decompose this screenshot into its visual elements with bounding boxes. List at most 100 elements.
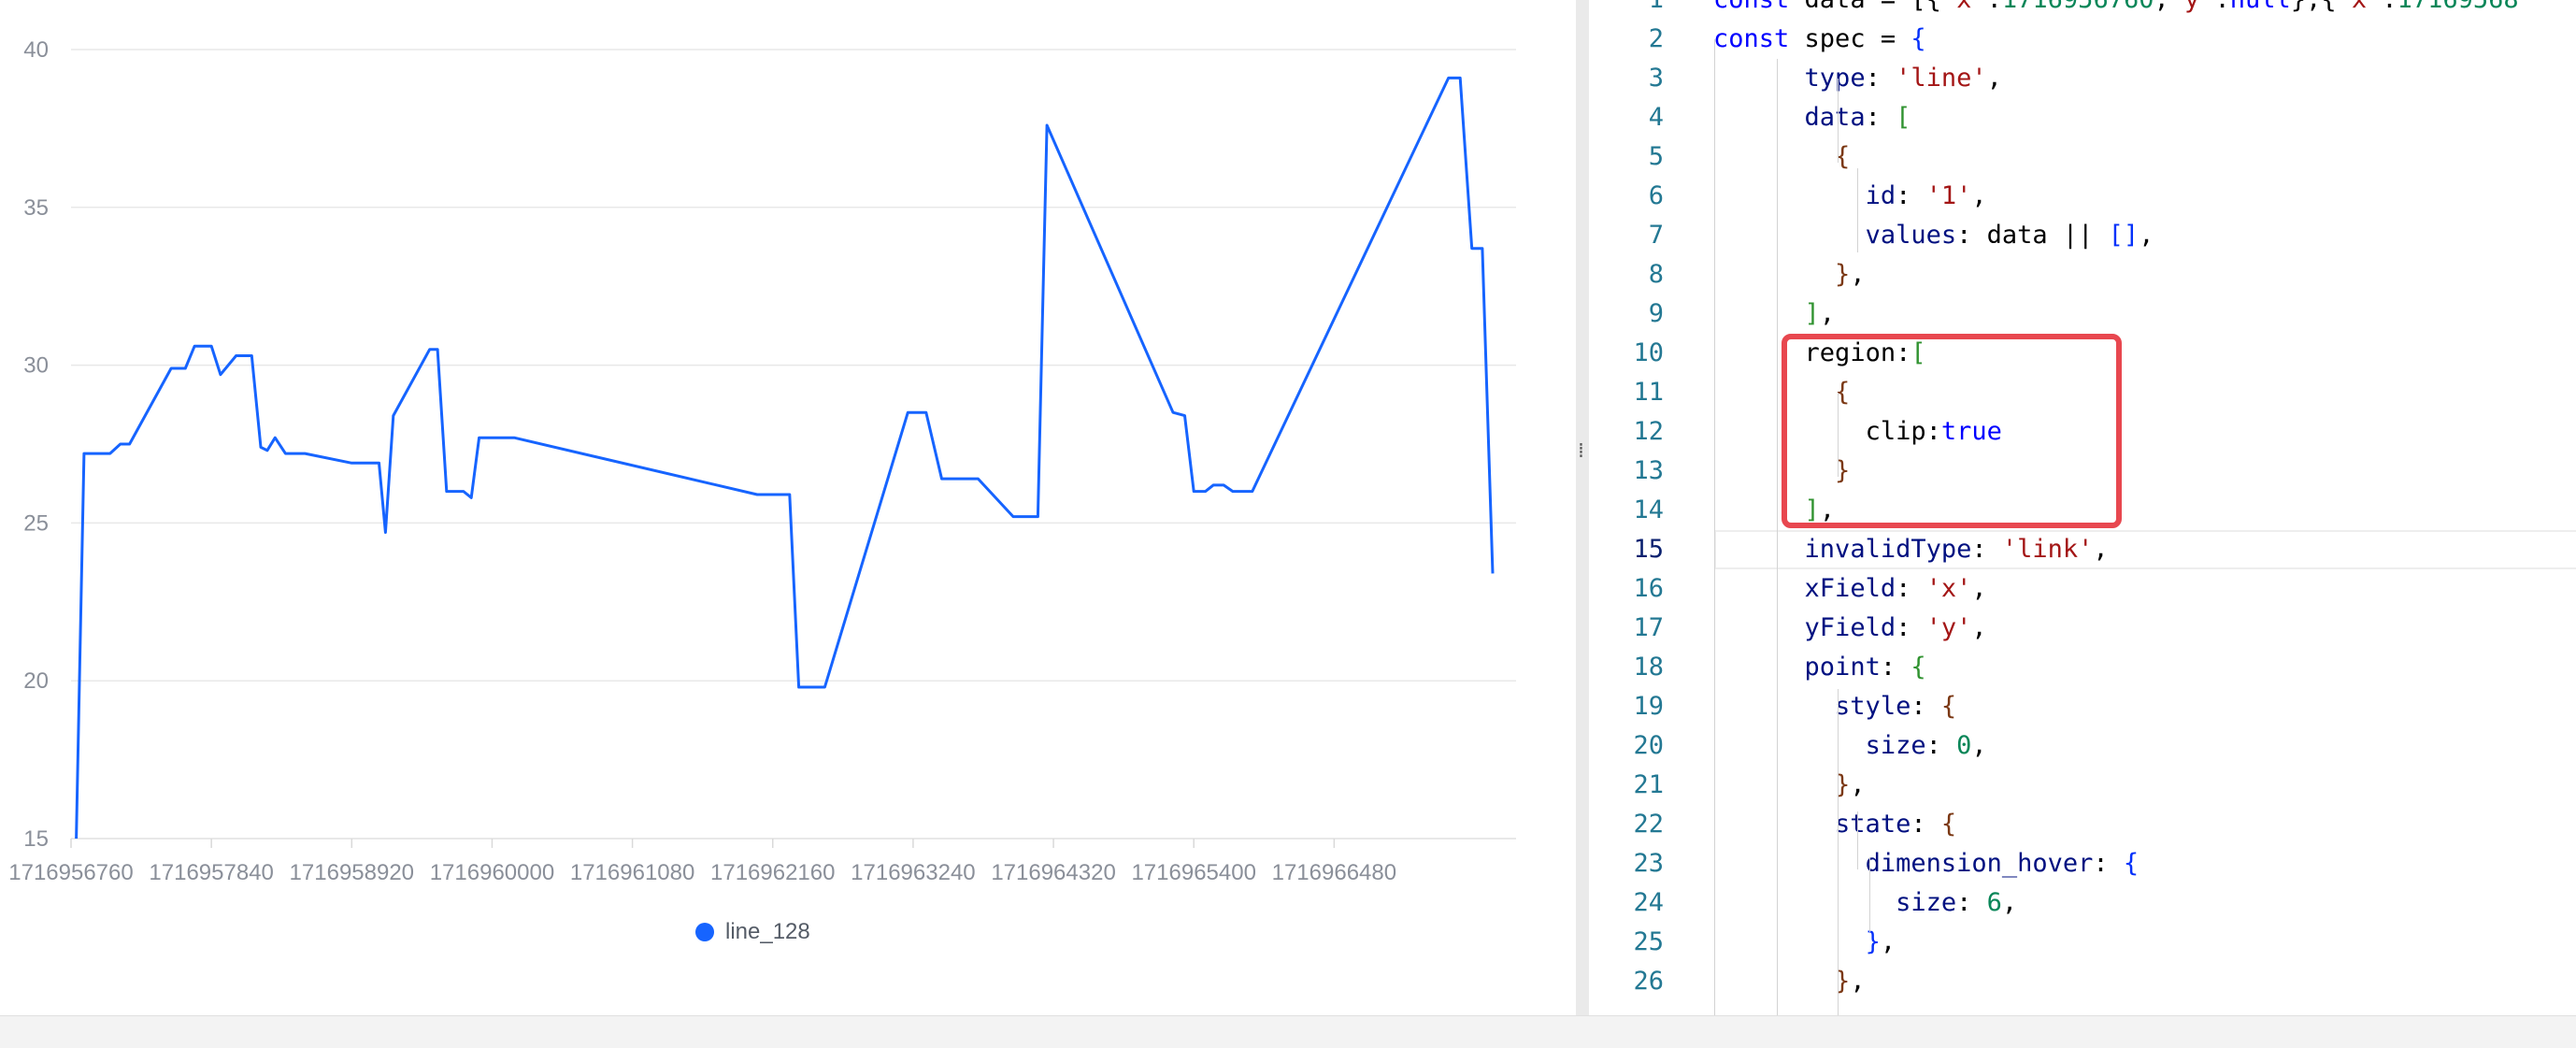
y-tick-label: 30 (23, 353, 49, 379)
line-number: 20 (1633, 731, 1664, 760)
code-line[interactable]: 25 }, (1589, 923, 2576, 962)
code-text: }, (1835, 260, 1866, 289)
annotation-highlight-box (1782, 334, 2122, 528)
indent-guide (1869, 857, 1870, 932)
line-number: 4 (1648, 103, 1664, 132)
line-number: 8 (1648, 260, 1664, 289)
x-tick-label: 1716960000 (430, 860, 554, 885)
code-line[interactable]: 7 values: data || [], (1589, 216, 2576, 255)
code-line[interactable]: 17 yField: 'y', (1589, 609, 2576, 648)
line-number: 21 (1633, 770, 1664, 799)
code-text: }, (1835, 967, 1866, 996)
indent-guide (1857, 811, 1858, 869)
line-number: 14 (1633, 495, 1664, 524)
line-number: 18 (1633, 653, 1664, 682)
line-number: 24 (1633, 888, 1664, 917)
x-tick-label: 1716963240 (851, 860, 975, 885)
code-text: xField: 'x', (1804, 574, 1987, 603)
code-text: const spec = { (1713, 24, 1926, 53)
line-number: 9 (1648, 299, 1664, 328)
line-number: 3 (1648, 64, 1664, 93)
code-line[interactable]: 3 type: 'line', (1589, 59, 2576, 98)
code-text: }, (1865, 927, 1896, 956)
y-tick-label: 35 (23, 195, 49, 221)
code-text: size: 6, (1896, 888, 2018, 917)
code-line[interactable]: 22 state: { (1589, 805, 2576, 844)
code-text: size: 0, (1865, 731, 1987, 760)
series-line (75, 76, 1495, 840)
code-line[interactable]: 1 const data = [{'x':1716956760,'y':null}… (1589, 0, 2576, 20)
drag-handle-icon: ⁞ (1578, 439, 1584, 463)
x-tick-label: 1716966480 (1272, 860, 1396, 885)
y-tick-label: 20 (23, 668, 49, 694)
panel-splitter[interactable]: ⁞ (1576, 0, 1589, 1015)
chart-panel: 40 35 30 25 20 15 1716956760 1716957840 17169589… (0, 0, 1576, 1015)
code-text: style: { (1835, 692, 1957, 721)
code-text: ], (1804, 299, 1836, 328)
x-tick-label: 1716958920 (290, 860, 414, 885)
line-number: 10 (1633, 338, 1664, 367)
y-tick-label: 25 (23, 510, 49, 536)
line-number: 12 (1633, 417, 1664, 446)
line-number: 22 (1633, 810, 1664, 839)
code-line[interactable]: 2 const spec = { (1589, 20, 2576, 59)
indent-guide (1838, 689, 1839, 1015)
code-line[interactable]: 18 point: { (1589, 648, 2576, 687)
code-text: values: data || [], (1865, 221, 2154, 250)
code-text: invalidType: 'link', (1804, 535, 2109, 564)
code-line[interactable]: 19 style: { (1589, 687, 2576, 726)
bottom-status-bar (0, 1015, 2576, 1048)
line-number: 17 (1633, 613, 1664, 642)
code-line[interactable]: 5 { (1589, 137, 2576, 177)
line-number: 26 (1633, 967, 1664, 996)
code-text: state: { (1835, 810, 1957, 839)
line-number: 23 (1633, 849, 1664, 878)
line-number: 13 (1633, 456, 1664, 485)
indent-guide (1777, 59, 1778, 1015)
x-tick-label: 1716964320 (991, 860, 1115, 885)
code-line[interactable]: 23 dimension_hover: { (1589, 844, 2576, 883)
legend-label: line_128 (725, 919, 810, 944)
code-line[interactable]: 20 size: 0, (1589, 726, 2576, 766)
line-number: 16 (1633, 574, 1664, 603)
code-line[interactable]: 9 ], (1589, 294, 2576, 334)
indent-guide (1838, 79, 1839, 163)
code-line[interactable]: 24 size: 6, (1589, 883, 2576, 923)
line-number: 2 (1648, 24, 1664, 53)
code-line[interactable]: 26 }, (1589, 962, 2576, 1001)
code-line[interactable]: 6 id: '1', (1589, 177, 2576, 216)
line-number: 1 (1589, 0, 1664, 20)
code-text: type: 'line', (1804, 64, 2002, 93)
line-number: 15 (1633, 535, 1664, 564)
x-tick-label: 1716956760 (8, 860, 133, 885)
code-line[interactable]: 21 }, (1589, 766, 2576, 805)
code-line[interactable]: 4 data: [ (1589, 98, 2576, 137)
legend[interactable]: line_128 (695, 916, 810, 948)
y-tick-label: 15 (23, 826, 49, 852)
line-number: 25 (1633, 927, 1664, 956)
y-tick-label: 40 (23, 37, 49, 63)
x-tick-label: 1716961080 (570, 860, 694, 885)
line-number: 6 (1648, 181, 1664, 210)
code-line[interactable]: 8 }, (1589, 255, 2576, 294)
code-line[interactable]: 16 xField: 'x', (1589, 569, 2576, 609)
indent-guide (1714, 39, 1715, 1015)
code-text: id: '1', (1865, 181, 1987, 210)
line-number: 7 (1648, 221, 1664, 250)
line-chart: 40 35 30 25 20 15 1716956760 1716957840 17169589… (8, 37, 1516, 885)
line-number: 11 (1633, 378, 1664, 407)
code-text: { (1835, 142, 1851, 171)
code-text: point: { (1804, 653, 1926, 682)
code-text: const data = [{'x':1716956760,'y':null},… (1713, 0, 2519, 20)
code-line[interactable]: 15 invalidType: 'link', (1589, 530, 2576, 569)
indent-guide (1857, 168, 1858, 252)
x-tick-label: 1716957840 (149, 860, 273, 885)
code-text: }, (1835, 770, 1866, 799)
line-number: 5 (1648, 142, 1664, 171)
line-number: 19 (1633, 692, 1664, 721)
code-text: data: [ (1804, 103, 1911, 132)
legend-marker-icon (695, 923, 714, 941)
x-tick-label: 1716965400 (1131, 860, 1255, 885)
code-text: yField: 'y', (1804, 613, 1987, 642)
x-tick-label: 1716962160 (710, 860, 835, 885)
